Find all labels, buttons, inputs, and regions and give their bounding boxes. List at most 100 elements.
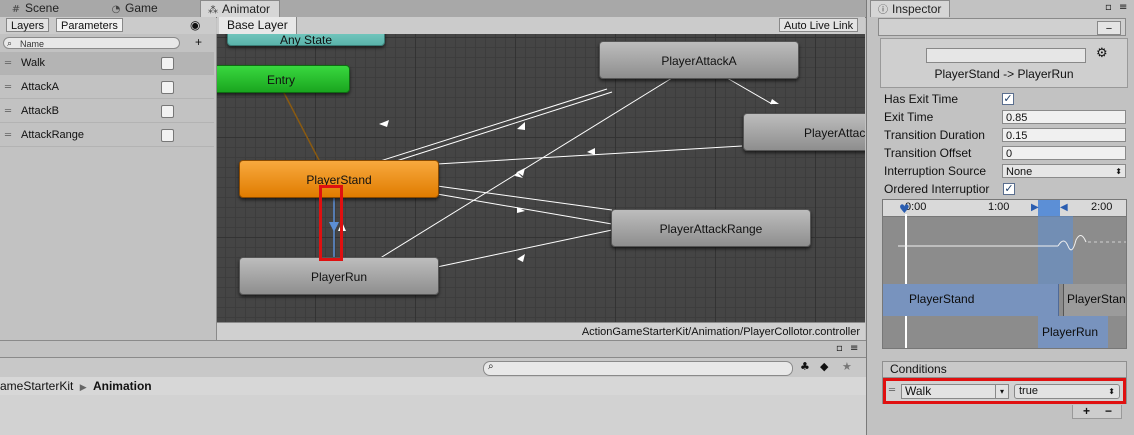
- transition-title: PlayerStand -> PlayerRun: [934, 67, 1074, 81]
- entry-node[interactable]: Entry: [217, 65, 350, 93]
- tag-icon[interactable]: ◆: [820, 360, 828, 373]
- list-item[interactable]: ═ Walk: [0, 52, 214, 75]
- drag-handle-icon[interactable]: ═: [5, 52, 11, 75]
- add-condition-button[interactable]: +: [1083, 404, 1090, 418]
- from-state-repeat-bar: PlayerStan: [1063, 284, 1126, 316]
- grid-icon: #: [11, 4, 21, 15]
- exit-time-field[interactable]: 0.85: [1002, 110, 1126, 124]
- drag-handle-icon[interactable]: ═: [5, 76, 11, 99]
- info-icon: ⓘ: [878, 5, 888, 16]
- menu-icon[interactable]: ≡: [850, 343, 858, 354]
- menu-icon[interactable]: ≡: [1119, 2, 1127, 13]
- state-player-attack-a[interactable]: PlayerAttackA: [599, 41, 799, 79]
- drag-handle-icon[interactable]: ═: [5, 124, 11, 147]
- project-toolbar: ⌕ ♣ ◆ ★: [0, 357, 866, 379]
- parameter-checkbox[interactable]: [161, 105, 174, 118]
- ordered-interruption-row: Ordered Interruptior: [884, 182, 990, 196]
- dropdown-arrow-icon: ⬍: [1108, 387, 1115, 396]
- panel-divider: ▫ ≡: [0, 340, 866, 358]
- transition-header: ⚙ PlayerStand -> PlayerRun: [880, 38, 1128, 88]
- from-state-bar[interactable]: PlayerStand: [883, 284, 1059, 316]
- filter-by-type-icon[interactable]: ♣: [800, 360, 810, 373]
- breadcrumb-item[interactable]: Animation: [93, 379, 152, 393]
- search-icon: ⌕: [488, 361, 494, 372]
- lock-icon[interactable]: ▫: [1105, 2, 1112, 13]
- tab-inspector[interactable]: ⓘ Inspector: [870, 0, 950, 17]
- chevron-right-icon: ▶: [79, 383, 87, 393]
- star-icon[interactable]: ★: [842, 360, 852, 373]
- condition-parameter-dropdown[interactable]: Walk ▾: [901, 384, 1009, 399]
- entry-transition[interactable]: [281, 88, 321, 163]
- transition-timeline[interactable]: 0:00 1:00 2:00 ▶ ◀ ♥ PlayerStand PlayerS…: [882, 199, 1127, 349]
- has-exit-time-checkbox[interactable]: ✓: [1002, 93, 1014, 105]
- left-subtab-bar: Layers Parameters ◉: [0, 17, 216, 35]
- state-player-attack-range[interactable]: PlayerAttackRange: [611, 209, 811, 247]
- transition-line[interactable]: [376, 88, 608, 163]
- list-item[interactable]: ═ AttackB: [0, 100, 214, 123]
- drag-handle-icon[interactable]: ═: [5, 100, 11, 123]
- arrow-head-icon: [517, 254, 525, 262]
- parameter-checkbox[interactable]: [161, 81, 174, 94]
- transition-line[interactable]: [386, 91, 613, 165]
- eye-icon[interactable]: ◉: [190, 18, 200, 32]
- parameter-checkbox[interactable]: [161, 129, 174, 142]
- animator-graph[interactable]: Any State Entry PlayerStand PlayerRun Pl…: [217, 34, 865, 340]
- has-exit-time-row: Has Exit Time ✓: [884, 92, 1014, 106]
- curve-preview: [898, 235, 1126, 251]
- arrow-head-icon: [379, 120, 389, 127]
- lock-icon[interactable]: ▫: [836, 343, 843, 354]
- controller-path: ActionGameStarterKit/Animation/PlayerCol…: [217, 322, 865, 340]
- remove-transition-button[interactable]: −: [1097, 21, 1121, 35]
- animator-toolbar: Base Layer Auto Live Link: [217, 17, 865, 35]
- condition-buttons: + −: [1072, 404, 1122, 419]
- transition-duration-field[interactable]: 0.15: [1002, 128, 1126, 142]
- arrow-head-icon: [587, 148, 595, 155]
- layer-breadcrumb[interactable]: Base Layer: [219, 17, 297, 34]
- tick-label: 2:00: [1091, 201, 1113, 213]
- auto-live-link-button[interactable]: Auto Live Link: [779, 18, 859, 32]
- transition-list: −: [878, 18, 1126, 36]
- transition-line[interactable]: [436, 145, 743, 165]
- editor-tab-bar: # Scene ◔ Game ⁂ Animator: [0, 0, 866, 18]
- conditions-header: Conditions: [882, 361, 1127, 378]
- to-state-bar[interactable]: PlayerRun: [1038, 316, 1108, 348]
- tab-scene[interactable]: # Scene: [4, 0, 65, 17]
- list-item[interactable]: ═ AttackA: [0, 76, 214, 99]
- highlight-selected-transition: [319, 185, 343, 261]
- arrow-head-icon: [770, 99, 779, 104]
- tab-layers[interactable]: Layers: [6, 18, 50, 32]
- timeline-ruler: 0:00 1:00 2:00: [883, 200, 1126, 217]
- add-parameter-icon[interactable]: +: [195, 35, 202, 49]
- interruption-source-dropdown[interactable]: None ⬍: [1002, 164, 1126, 178]
- tab-animator[interactable]: ⁂ Animator: [200, 0, 280, 17]
- transition-range-marker[interactable]: [1038, 200, 1060, 216]
- exit-time-row: Exit Time 0.85: [884, 108, 1129, 126]
- range-end-handle-icon[interactable]: ◀: [1060, 202, 1068, 213]
- parameter-checkbox[interactable]: [161, 57, 174, 70]
- state-player-run[interactable]: PlayerRun: [239, 257, 439, 295]
- breadcrumb: ameStarterKit ▶ Animation: [0, 377, 866, 396]
- list-item[interactable]: ═ AttackRange: [0, 124, 214, 147]
- tick-label: 1:00: [988, 201, 1010, 213]
- parameter-search-input[interactable]: ⌕ Name: [3, 37, 180, 49]
- state-player-attack-b[interactable]: PlayerAttac: [743, 113, 865, 151]
- any-state-node[interactable]: Any State: [227, 34, 385, 47]
- gear-icon[interactable]: ⚙: [1096, 46, 1108, 61]
- transition-line[interactable]: [726, 77, 773, 105]
- ordered-interruption-checkbox[interactable]: ✓: [1003, 183, 1015, 195]
- project-search-input[interactable]: ⌕: [483, 361, 793, 376]
- tab-game[interactable]: ◔ Game: [104, 0, 164, 17]
- remove-condition-button[interactable]: −: [1105, 404, 1112, 418]
- transition-name-field[interactable]: [926, 48, 1086, 63]
- range-start-handle-icon[interactable]: ▶: [1031, 202, 1039, 213]
- transition-offset-field[interactable]: 0: [1002, 146, 1126, 160]
- dropdown-arrow-icon: ⬍: [1115, 167, 1122, 176]
- breadcrumb-item[interactable]: ameStarterKit: [0, 379, 73, 393]
- arrow-head-icon: [517, 122, 525, 130]
- transition-line[interactable]: [436, 229, 613, 268]
- condition-value-dropdown[interactable]: true ⬍: [1014, 384, 1120, 399]
- dropdown-arrow-icon: ▾: [995, 385, 1008, 398]
- drag-handle-icon[interactable]: ═: [889, 385, 895, 396]
- transition-offset-row: Transition Offset 0: [884, 144, 1129, 162]
- tab-parameters[interactable]: Parameters: [56, 18, 123, 32]
